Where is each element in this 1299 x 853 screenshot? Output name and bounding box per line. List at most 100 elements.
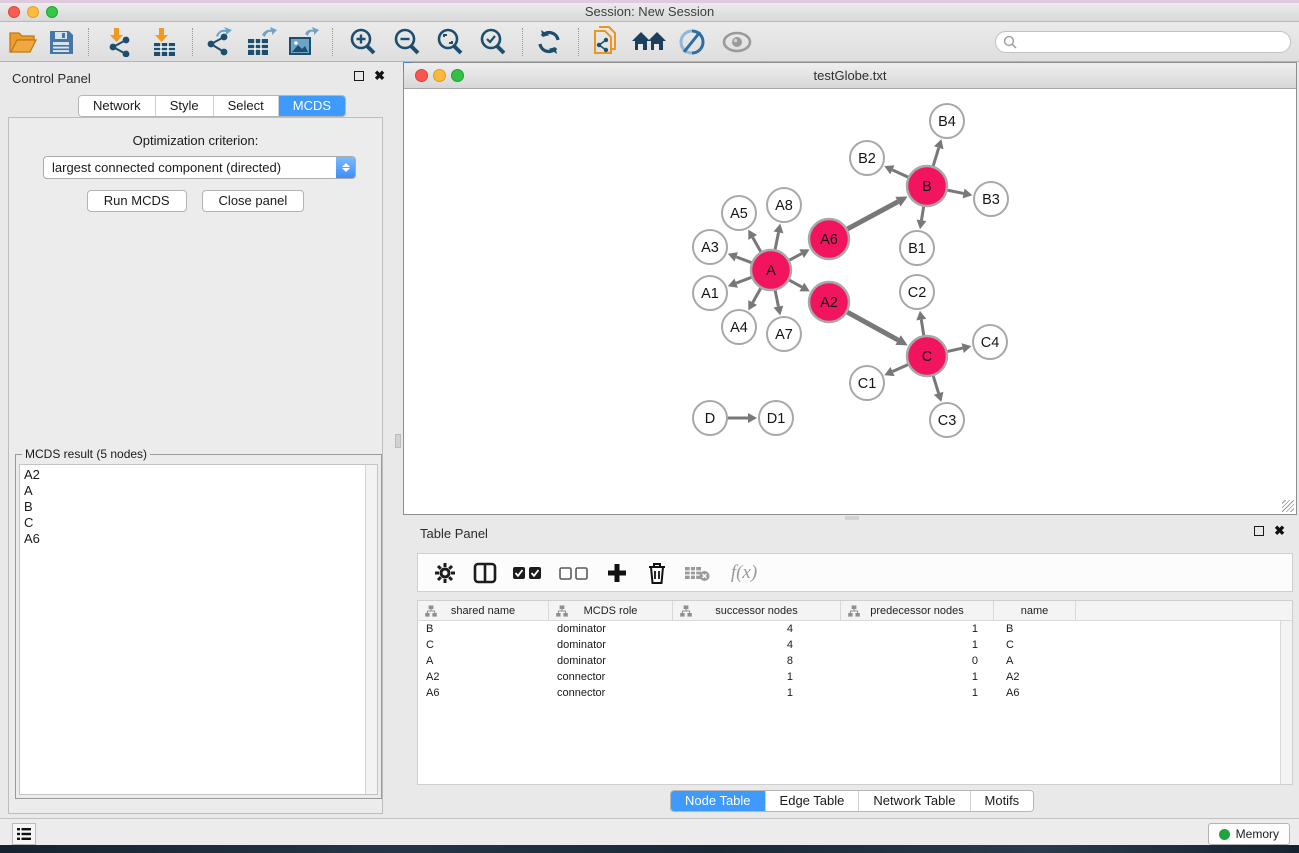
edge-A-A2[interactable]	[789, 280, 802, 287]
table-body: Bdominator41BCdominator41CAdominator80AA…	[418, 621, 1292, 701]
maximize-window-button[interactable]	[46, 6, 58, 18]
close-table-panel-icon[interactable]: ✖	[1274, 526, 1285, 536]
tab-style[interactable]: Style	[155, 96, 213, 116]
zoom-fit-button[interactable]	[434, 27, 466, 57]
toggle-browser-button[interactable]	[676, 27, 708, 57]
zoom-selected-button[interactable]	[477, 27, 509, 57]
edge-A-A8[interactable]	[775, 232, 779, 250]
zoom-out-button[interactable]	[391, 27, 423, 57]
node-label-B3: B3	[982, 192, 1000, 208]
column-header-shared-name[interactable]: shared name	[418, 601, 549, 620]
table-row[interactable]: Cdominator41C	[418, 637, 1292, 653]
table-row[interactable]: A6connector11A6	[418, 685, 1292, 701]
tab-network-table[interactable]: Network Table	[858, 791, 969, 811]
network-canvas[interactable]: AA1A2A3A4A5A6A7A8BB1B2B3B4CC1C2C3C4DD1	[404, 89, 1296, 514]
edge-A2-C[interactable]	[847, 312, 899, 340]
network-window-titlebar[interactable]: testGlobe.txt	[404, 63, 1296, 89]
cell-shared: A	[418, 653, 549, 669]
close-network-button[interactable]	[415, 69, 428, 82]
column-sort-icon	[556, 605, 568, 617]
float-table-panel-icon[interactable]	[1254, 526, 1264, 536]
maximize-network-button[interactable]	[451, 69, 464, 82]
edge-C-C4[interactable]	[947, 348, 963, 352]
export-table-button[interactable]	[245, 27, 277, 57]
cell-succ: 8	[673, 653, 841, 669]
resize-grip-icon[interactable]	[1282, 500, 1294, 512]
tab-select[interactable]: Select	[213, 96, 278, 116]
column-header-successor-nodes[interactable]: successor nodes	[673, 601, 841, 620]
save-session-button[interactable]	[45, 27, 77, 57]
edge-B-B4[interactable]	[933, 148, 939, 167]
node-label-A: A	[766, 263, 776, 279]
import-network-button[interactable]	[103, 27, 135, 57]
float-panel-icon[interactable]	[354, 71, 364, 81]
minimize-window-button[interactable]	[27, 6, 39, 18]
edge-A6-B[interactable]	[847, 202, 898, 230]
edge-A-A5[interactable]	[753, 237, 762, 252]
close-window-button[interactable]	[8, 6, 20, 18]
network-from-file-button[interactable]	[589, 27, 621, 57]
select-all-checkboxes-icon[interactable]	[512, 560, 544, 586]
zoom-in-button[interactable]	[347, 27, 379, 57]
home-button[interactable]	[630, 27, 668, 57]
export-image-button[interactable]	[287, 27, 319, 57]
mcds-result-list: A2ABCA6	[19, 464, 378, 795]
edge-C-C3[interactable]	[933, 375, 939, 393]
tab-network[interactable]: Network	[79, 96, 155, 116]
table-row[interactable]: Adominator80A	[418, 653, 1292, 669]
table-scrollbar[interactable]	[1280, 621, 1292, 784]
edge-arrowhead	[774, 306, 784, 316]
network-graph: AA1A2A3A4A5A6A7A8BB1B2B3B4CC1C2C3C4DD1	[404, 89, 1296, 514]
table-settings-icon[interactable]	[432, 560, 458, 586]
tab-mcds[interactable]: MCDS	[278, 96, 345, 116]
show-hide-graphics-details-button[interactable]	[721, 27, 753, 57]
table-row[interactable]: A2connector11A2	[418, 669, 1292, 685]
splitter-handle-vertical[interactable]	[395, 434, 401, 448]
mcds-result-item[interactable]: C	[24, 515, 377, 531]
criterion-select[interactable]: largest connected component (directed)	[43, 156, 356, 179]
task-history-button[interactable]	[12, 823, 36, 845]
edge-A-A4[interactable]	[753, 287, 762, 302]
edge-A-A1[interactable]	[736, 277, 752, 283]
close-panel-icon[interactable]: ✖	[374, 71, 385, 81]
minimize-network-button[interactable]	[433, 69, 446, 82]
add-column-icon[interactable]	[604, 560, 630, 586]
memory-button[interactable]: Memory	[1208, 823, 1290, 845]
import-table-button[interactable]	[148, 27, 180, 57]
apply-function-icon[interactable]: f(x)	[724, 560, 764, 586]
column-header-mcds-role[interactable]: MCDS role	[549, 601, 673, 620]
export-network-button[interactable]	[203, 27, 235, 57]
show-columns-icon[interactable]	[472, 560, 498, 586]
open-session-button[interactable]	[7, 27, 39, 57]
edge-A-A3[interactable]	[736, 257, 752, 263]
search-input[interactable]	[995, 31, 1291, 53]
edge-B-B1[interactable]	[921, 206, 923, 221]
edge-B-B3[interactable]	[947, 190, 964, 193]
mcds-result-item[interactable]: B	[24, 499, 377, 515]
tab-node-table[interactable]: Node Table	[671, 791, 765, 811]
mcds-result-item[interactable]: A6	[24, 531, 377, 547]
control-panel-title: Control Panel	[12, 71, 91, 86]
tab-motifs[interactable]: Motifs	[970, 791, 1034, 811]
deselect-all-checkboxes-icon[interactable]	[558, 560, 590, 586]
refresh-view-button[interactable]	[533, 27, 565, 57]
mcds-result-item[interactable]: A	[24, 483, 377, 499]
list-icon	[17, 828, 31, 840]
edge-A-A6[interactable]	[789, 254, 802, 261]
list-scrollbar[interactable]	[365, 465, 377, 794]
cell-succ: 4	[673, 621, 841, 637]
run-mcds-button[interactable]: Run MCDS	[87, 190, 187, 212]
close-panel-button[interactable]: Close panel	[202, 190, 305, 212]
delete-columns-icon[interactable]	[644, 560, 670, 586]
tab-edge-table[interactable]: Edge Table	[765, 791, 859, 811]
column-header-name[interactable]: name	[994, 601, 1076, 620]
edge-B-B2[interactable]	[892, 170, 909, 178]
edge-A-A7[interactable]	[775, 290, 778, 307]
edge-C-C2[interactable]	[921, 320, 924, 337]
cell-succ: 4	[673, 637, 841, 653]
delete-table-icon[interactable]	[684, 560, 710, 586]
column-header-predecessor-nodes[interactable]: predecessor nodes	[841, 601, 994, 620]
edge-C-C1[interactable]	[893, 364, 909, 371]
table-row[interactable]: Bdominator41B	[418, 621, 1292, 637]
mcds-result-item[interactable]: A2	[24, 467, 377, 483]
